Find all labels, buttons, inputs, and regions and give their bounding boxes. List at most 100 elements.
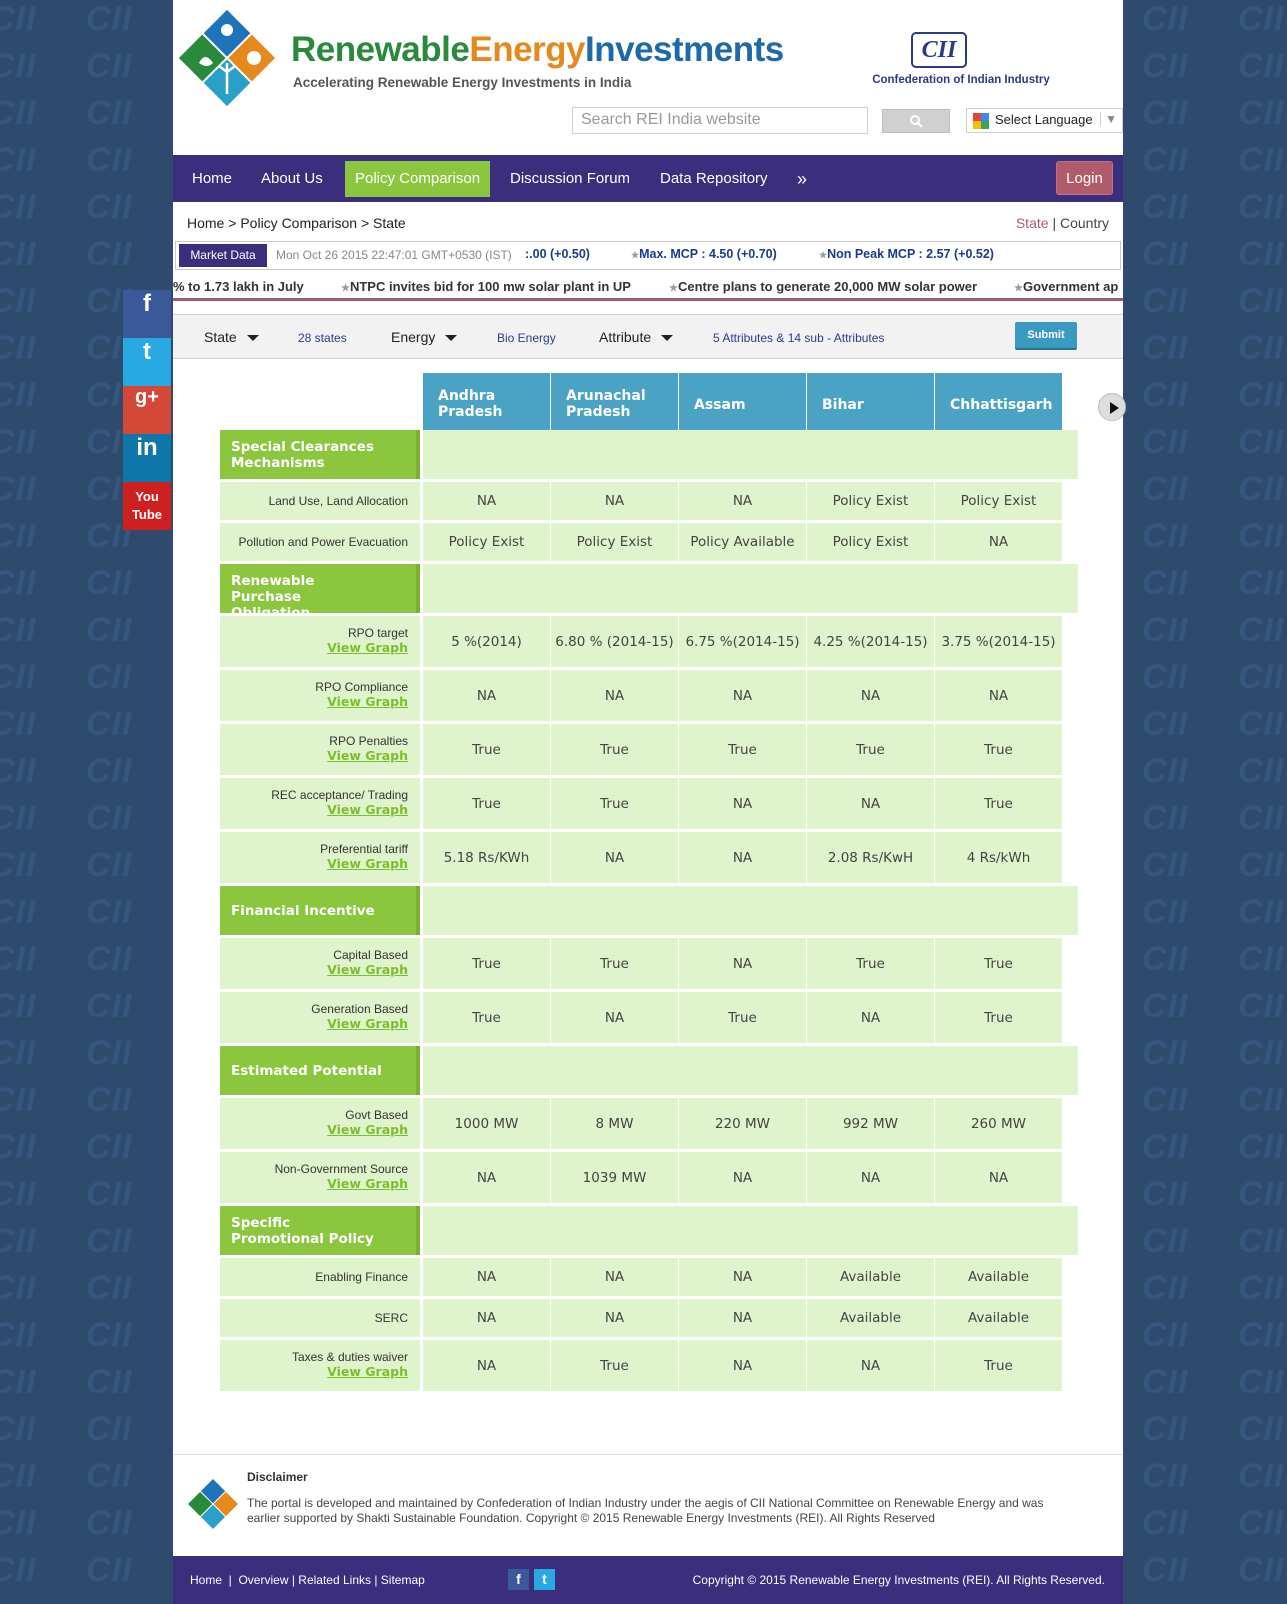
view-country-link[interactable]: Country — [1060, 215, 1109, 231]
value-text: True — [856, 955, 885, 972]
market-data-label: Market Data — [179, 244, 267, 267]
view-graph-link[interactable]: View Graph — [220, 1364, 408, 1379]
background-watermark: CII — [1142, 705, 1189, 743]
view-graph-link[interactable]: View Graph — [220, 1176, 408, 1191]
section-row: Financial Incentive — [220, 886, 1078, 935]
section-fill — [423, 564, 1078, 613]
cii-logo[interactable]: CII — [911, 32, 967, 68]
twitter-icon[interactable]: t — [123, 338, 171, 386]
background-watermark: CII — [0, 1551, 37, 1589]
value-cell: 3.75 %(2014-15) — [935, 616, 1062, 667]
value-text: 5.18 Rs/KWh — [443, 849, 530, 866]
language-select[interactable]: Select Language ▼ — [966, 108, 1123, 133]
view-graph-link[interactable]: View Graph — [220, 802, 408, 817]
attribute-label: SERC — [374, 1311, 408, 1325]
state-column-header[interactable]: Arunachal Pradesh — [551, 373, 678, 438]
energy-dropdown[interactable]: Energy — [391, 329, 458, 345]
value-text: True — [728, 1009, 757, 1026]
site-header: RenewableEnergyInvestments Accelerating … — [173, 0, 1123, 155]
view-graph-link[interactable]: View Graph — [220, 962, 408, 977]
value-cell: 992 MW — [807, 1098, 934, 1149]
footer-link-related[interactable]: Related Links — [298, 1573, 371, 1587]
section-fill — [423, 1206, 1078, 1255]
twitter-icon[interactable]: t — [534, 1569, 555, 1590]
view-graph-link[interactable]: View Graph — [220, 1122, 408, 1137]
background-watermark: CII — [0, 987, 37, 1025]
background-watermark: CII — [86, 658, 133, 696]
view-state-link[interactable]: State — [1016, 215, 1049, 231]
value-text: True — [984, 1009, 1013, 1026]
footer-link-home[interactable]: Home — [190, 1573, 222, 1587]
attribute-selection[interactable]: 5 Attributes & 14 sub - Attributes — [713, 331, 884, 345]
value-cell: 260 MW — [935, 1098, 1062, 1149]
facebook-icon[interactable]: f — [508, 1569, 529, 1590]
state-column-header[interactable]: Chhattisgarh — [935, 373, 1062, 438]
view-graph-link[interactable]: View Graph — [220, 748, 408, 763]
nav-data-repository[interactable]: Data Repository — [650, 161, 778, 197]
background-watermark: CII — [1238, 235, 1285, 273]
state-column-header[interactable]: Assam — [679, 373, 806, 438]
state-column-header[interactable]: Andhra Pradesh — [423, 373, 550, 438]
site-title[interactable]: RenewableEnergyInvestments — [291, 30, 784, 70]
background-watermark: CII — [0, 1128, 37, 1166]
search-button[interactable] — [882, 109, 950, 133]
footer-link-overview[interactable]: Overview — [238, 1573, 288, 1587]
attribute-dropdown[interactable]: Attribute — [599, 329, 674, 345]
value-text: NA — [476, 1269, 497, 1285]
market-item: ★Non Peak MCP : 2.57 (+0.52) — [819, 247, 994, 261]
footer-link-sitemap[interactable]: Sitemap — [381, 1573, 425, 1587]
news-item[interactable]: ★Government ap — [1014, 279, 1118, 294]
view-graph-link[interactable]: View Graph — [220, 856, 408, 871]
attribute-label-cell: RPO Penalties View Graph — [220, 724, 420, 775]
nav-policy-comparison[interactable]: Policy Comparison — [345, 161, 491, 197]
value-cell: Available — [935, 1258, 1062, 1296]
value-cell: NA — [679, 670, 806, 721]
nav-about-us[interactable]: About Us — [251, 161, 333, 197]
state-column-header[interactable]: Bihar — [807, 373, 934, 438]
value-text: NA — [860, 1009, 881, 1026]
view-graph-link[interactable]: View Graph — [220, 1016, 408, 1031]
state-selection[interactable]: 28 states — [298, 331, 347, 345]
breadcrumb-policy-comparison[interactable]: Policy Comparison — [240, 215, 357, 231]
background-watermark: CII — [0, 282, 37, 320]
value-cell: Available — [807, 1258, 934, 1296]
news-item[interactable]: ★NTPC invites bid for 100 mw solar plant… — [341, 279, 631, 294]
breadcrumb-home[interactable]: Home — [187, 215, 224, 231]
value-text: NA — [732, 1310, 753, 1326]
value-cell: True — [423, 992, 550, 1043]
background-watermark: CII — [0, 564, 37, 602]
background-watermark: CII — [0, 752, 37, 790]
energy-selection[interactable]: Bio Energy — [497, 331, 556, 345]
attribute-label: Capital Based — [333, 948, 408, 962]
google-plus-icon[interactable]: g+ — [123, 386, 171, 434]
nav-more-icon[interactable]: » — [787, 161, 817, 197]
value-text: NA — [732, 955, 753, 972]
next-states-icon[interactable] — [1098, 393, 1126, 421]
state-dropdown[interactable]: State — [204, 329, 259, 345]
submit-button[interactable]: Submit — [1015, 322, 1077, 350]
search-input[interactable]: Search REI India website — [572, 107, 868, 134]
login-button[interactable]: Login — [1056, 161, 1113, 195]
rei-logo-icon[interactable] — [177, 8, 277, 108]
value-text: True — [728, 741, 757, 758]
youtube-icon[interactable]: You Tube — [123, 482, 171, 530]
background-watermark: CII — [0, 329, 37, 367]
news-item[interactable]: ★Centre plans to generate 20,000 MW sola… — [669, 279, 977, 294]
background-watermark: CII — [1142, 1175, 1189, 1213]
background-watermark: CII — [1238, 1034, 1285, 1072]
nav-home[interactable]: Home — [182, 161, 242, 197]
news-item[interactable]: % to 1.73 lakh in July — [173, 279, 304, 294]
attribute-label: Pollution and Power Evacuation — [238, 535, 408, 549]
linkedin-icon[interactable]: in — [123, 434, 171, 482]
background-watermark: CII — [1238, 611, 1285, 649]
value-text: 5 %(2014) — [451, 633, 522, 650]
view-graph-link[interactable]: View Graph — [220, 640, 408, 655]
background-watermark: CII — [0, 47, 37, 85]
background-watermark: CII — [1238, 1504, 1285, 1542]
facebook-icon[interactable]: f — [123, 290, 171, 338]
background-watermark: CII — [0, 1363, 37, 1401]
nav-discussion-forum[interactable]: Discussion Forum — [500, 161, 640, 197]
attribute-row: Preferential tariff View Graph 5.18 Rs/KWh… — [220, 832, 1078, 883]
view-graph-link[interactable]: View Graph — [220, 694, 408, 709]
value-text: Policy Exist — [960, 493, 1037, 509]
